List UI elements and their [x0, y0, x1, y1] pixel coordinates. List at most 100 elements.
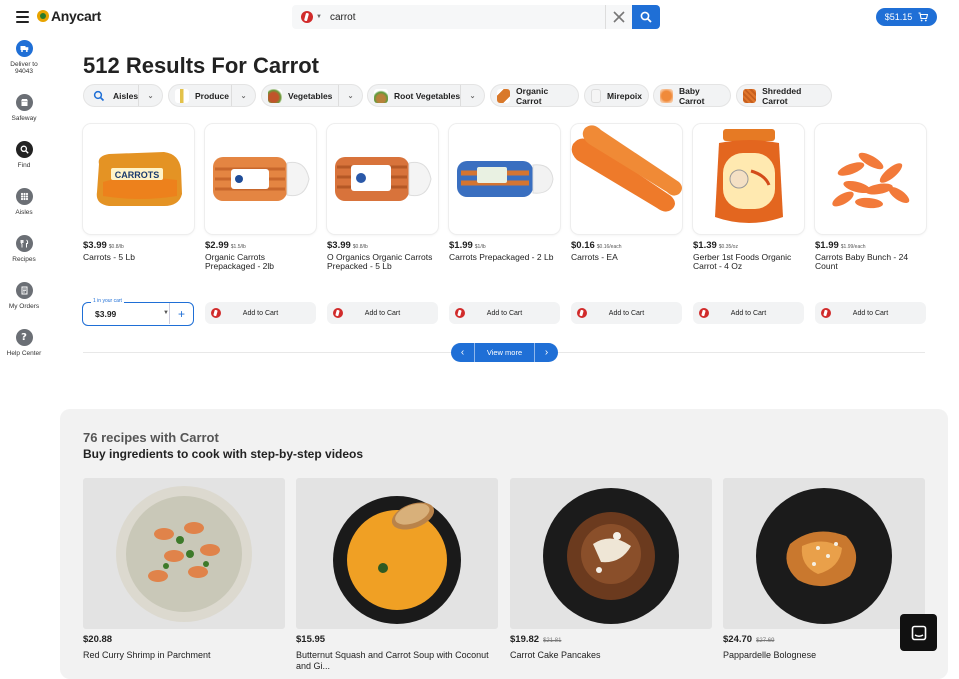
search-input[interactable] — [329, 11, 600, 23]
chip-shredded-carrot[interactable]: Shredded Carrot — [736, 84, 832, 107]
recipe-card[interactable]: $15.95 Butternut Squash and Carrot Soup … — [296, 478, 498, 672]
search-bar: ▼ — [292, 5, 660, 29]
product-name[interactable]: Carrots - 5 Lb — [83, 253, 194, 262]
add-to-cart-label: Add to Cart — [486, 309, 523, 317]
grid-icon — [15, 188, 33, 205]
chevron-left-icon[interactable]: ‹ — [451, 343, 475, 362]
price-value: $19.82 — [510, 634, 540, 645]
in-cart-value[interactable]: $3.99 — [95, 309, 116, 319]
svg-text:CARROTS: CARROTS — [114, 170, 159, 180]
product-card[interactable]: $1.99 $1.99/each Carrots Baby Bunch - 24 … — [815, 124, 926, 270]
price-value: $1.39 — [693, 240, 717, 251]
product-name[interactable]: O Organics Organic Carrots Prepacked - 5… — [327, 253, 438, 270]
product-image[interactable] — [327, 124, 438, 234]
recipe-price: $19.82 $21.81 — [510, 634, 712, 645]
product-card[interactable]: $1.39 $0.35/oz Gerber 1st Foods Organic C… — [693, 124, 804, 270]
chevron-down-icon[interactable]: ⌄ — [138, 85, 162, 106]
recipe-card[interactable]: $20.88 Red Curry Shrimp in Parchment — [83, 478, 285, 661]
chip-vegetables[interactable]: Vegetables ⌄ — [261, 84, 363, 107]
recipe-image[interactable] — [510, 478, 712, 629]
recipe-name[interactable]: Butternut Squash and Carrot Soup with Co… — [296, 650, 498, 672]
view-more-button[interactable]: View more — [475, 348, 534, 357]
logo[interactable]: Anycart — [37, 8, 101, 24]
product-name[interactable]: Carrots Baby Bunch - 24 Count — [815, 253, 926, 270]
product-image[interactable] — [449, 124, 560, 234]
store-logo-icon[interactable] — [301, 11, 313, 23]
menu-icon[interactable] — [16, 11, 29, 23]
recipe-card[interactable]: $19.82 $21.81 Carrot Cake Pancakes — [510, 478, 712, 661]
product-name[interactable]: Gerber 1st Foods Organic Carrot - 4 Oz — [693, 253, 804, 270]
recipe-name[interactable]: Red Curry Shrimp in Parchment — [83, 650, 285, 661]
sidebar-item-my-orders[interactable]: My Orders — [0, 282, 48, 310]
product-name[interactable]: Carrots - EA — [571, 253, 682, 262]
unit-price: $1.99/each — [840, 244, 866, 250]
chevron-down-icon[interactable]: ⌄ — [338, 85, 362, 106]
cart-icon — [918, 12, 929, 22]
recipe-card[interactable]: $24.70 $27.69 Pappardelle Bolognese — [723, 478, 925, 661]
quantity-stepper[interactable]: 1 in your cart $3.99 ▼ + — [82, 298, 194, 326]
clear-search-button[interactable] — [605, 5, 631, 29]
product-price: $2.99 $1.5/lb — [205, 240, 316, 251]
recipe-name[interactable]: Carrot Cake Pancakes — [510, 650, 712, 661]
recipe-price: $24.70 $27.69 — [723, 634, 925, 645]
add-to-cart-button[interactable]: Add to Cart — [449, 302, 560, 324]
product-card[interactable]: $2.99 $1.5/lb Organic Carrots Prepackaged… — [205, 124, 316, 270]
product-name[interactable]: Carrots Prepackaged - 2 Lb — [449, 253, 560, 262]
sidebar-item-aisles[interactable]: Aisles — [0, 188, 48, 216]
chip-label: Organic Carrot — [516, 85, 549, 106]
product-image[interactable] — [815, 124, 926, 234]
product-image[interactable]: CARROTS — [83, 124, 194, 234]
product-card[interactable]: CARROTS $3.99 $0.8/lb Carrots - 5 Lb — [83, 124, 194, 262]
cart-button[interactable]: $51.15 — [876, 8, 937, 26]
chevron-down-icon[interactable]: ⌄ — [231, 85, 255, 106]
sidebar-item-deliver[interactable]: Deliver to 94043 — [0, 40, 48, 75]
product-price: $1.99 $1.99/each — [815, 240, 926, 251]
store-logo-icon — [211, 308, 221, 318]
chip-root-vegetables[interactable]: Root Vegetables ⌄ — [367, 84, 485, 107]
product-image[interactable] — [693, 124, 804, 234]
search-button[interactable] — [632, 5, 660, 29]
sidebar-item-find[interactable]: Find — [0, 141, 48, 169]
price-value: $15.95 — [296, 634, 326, 645]
chip-label: Baby Carrot — [678, 85, 705, 106]
product-image[interactable] — [205, 124, 316, 234]
recipe-image[interactable] — [83, 478, 285, 629]
sidebar-item-help-center[interactable]: ? Help Center — [0, 329, 48, 357]
old-price: $27.69 — [756, 638, 775, 644]
chevron-right-icon[interactable]: › — [534, 343, 558, 362]
add-to-cart-button[interactable]: Add to Cart — [205, 302, 316, 324]
search-icon — [15, 141, 33, 158]
recipe-name[interactable]: Pappardelle Bolognese — [723, 650, 925, 661]
sidebar-item-safeway[interactable]: Safeway — [0, 94, 48, 122]
product-card[interactable]: $1.99 $1/lb Carrots Prepackaged - 2 Lb — [449, 124, 560, 262]
sidebar-item-recipes[interactable]: Recipes — [0, 235, 48, 263]
chip-baby-carrot[interactable]: Baby Carrot — [653, 84, 731, 107]
store-logo-icon — [455, 308, 465, 318]
add-to-cart-button[interactable]: Add to Cart — [815, 302, 926, 324]
chip-mirepoix[interactable]: Mirepoix — [584, 84, 649, 107]
add-to-cart-button[interactable]: Add to Cart — [327, 302, 438, 324]
add-to-cart-label: Add to Cart — [730, 309, 767, 317]
add-to-cart-button[interactable]: Add to Cart — [571, 302, 682, 324]
recipe-image[interactable] — [296, 478, 498, 629]
recipe-image[interactable] — [723, 478, 925, 629]
price-value: $3.99 — [83, 240, 107, 251]
chip-produce[interactable]: Produce ⌄ — [168, 84, 256, 107]
product-image[interactable] — [571, 124, 682, 234]
shredded-carrot-icon — [743, 88, 757, 103]
sidebar-item-label: Recipes — [12, 256, 36, 263]
product-card[interactable]: $0.16 $0.16/each Carrots - EA — [571, 124, 682, 262]
product-card[interactable]: $3.99 $0.8/lb O Organics Organic Carrots … — [327, 124, 438, 270]
chevron-down-icon[interactable]: ▼ — [316, 14, 322, 20]
add-to-cart-button[interactable]: Add to Cart — [693, 302, 804, 324]
product-price: $1.39 $0.35/oz — [693, 240, 804, 251]
product-name[interactable]: Organic Carrots Prepackaged - 2lb — [205, 253, 316, 270]
plus-icon[interactable]: + — [169, 303, 193, 324]
cart-total: $51.15 — [884, 12, 913, 22]
chip-aisles[interactable]: Aisles ⌄ — [83, 84, 163, 107]
chip-organic-carrot[interactable]: Organic Carrot — [490, 84, 579, 107]
orders-icon — [15, 282, 33, 299]
organic-carrot-icon — [497, 88, 511, 103]
chat-button[interactable] — [900, 614, 937, 651]
chevron-down-icon[interactable]: ⌄ — [460, 85, 484, 106]
